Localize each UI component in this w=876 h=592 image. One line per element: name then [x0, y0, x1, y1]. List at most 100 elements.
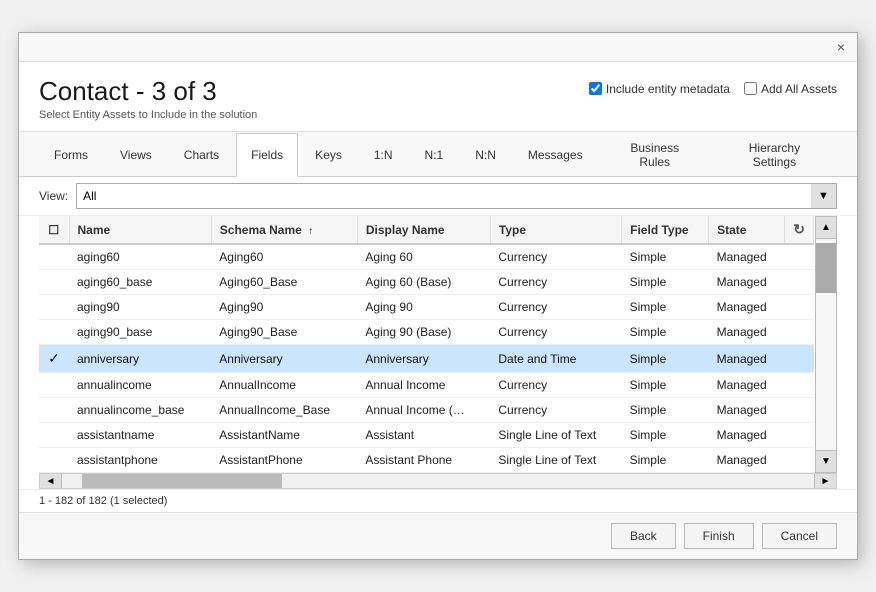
view-select[interactable]: All — [76, 183, 837, 209]
cell-name: aging60 — [69, 244, 211, 270]
row-check[interactable] — [39, 398, 69, 423]
table-row[interactable]: assistantphoneAssistantPhoneAssistant Ph… — [39, 448, 814, 473]
table-scroll: ☐ Name Schema Name ↑ Display Name Type F… — [39, 216, 814, 473]
include-metadata-label[interactable]: Include entity metadata — [589, 82, 730, 96]
cell-name: annualincome_base — [69, 398, 211, 423]
table-row[interactable]: aging60_baseAging60_BaseAging 60 (Base)C… — [39, 270, 814, 295]
cell-empty — [785, 244, 814, 270]
col-name[interactable]: Name — [69, 216, 211, 244]
cell-displayname: Aging 90 (Base) — [357, 320, 490, 345]
scroll-thumb[interactable] — [816, 243, 836, 293]
cell-state: Managed — [709, 295, 785, 320]
cell-empty — [785, 398, 814, 423]
row-check[interactable] — [39, 295, 69, 320]
row-check[interactable] — [39, 423, 69, 448]
col-type[interactable]: Type — [490, 216, 621, 244]
table-row[interactable]: aging90Aging90Aging 90CurrencySimpleMana… — [39, 295, 814, 320]
select-all-checkbox[interactable]: ☐ — [48, 223, 59, 237]
tab-1-n[interactable]: 1:N — [359, 133, 408, 177]
cell-state: Managed — [709, 345, 785, 373]
view-select-wrap: All ▼ — [76, 183, 837, 209]
scroll-left-button[interactable]: ◄ — [40, 474, 62, 488]
row-check[interactable] — [39, 270, 69, 295]
col-refresh[interactable]: ↻ — [785, 216, 814, 244]
table-header: ☐ Name Schema Name ↑ Display Name Type F… — [39, 216, 814, 244]
tab-fields[interactable]: Fields — [236, 133, 298, 177]
table-body: aging60Aging60Aging 60CurrencySimpleMana… — [39, 244, 814, 473]
table-row[interactable]: aging60Aging60Aging 60CurrencySimpleMana… — [39, 244, 814, 270]
row-check[interactable]: ✓ — [39, 345, 69, 373]
col-display-name[interactable]: Display Name — [357, 216, 490, 244]
title-bar: × — [19, 33, 857, 62]
cell-state: Managed — [709, 320, 785, 345]
view-toolbar: View: All ▼ — [19, 177, 857, 216]
h-scroll-thumb[interactable] — [82, 474, 282, 488]
finish-button[interactable]: Finish — [684, 523, 754, 549]
table-row[interactable]: annualincome_baseAnnualIncome_BaseAnnual… — [39, 398, 814, 423]
scroll-down-button[interactable]: ▼ — [816, 450, 836, 472]
status-text: 1 - 182 of 182 (1 selected) — [39, 495, 167, 507]
h-scrollbar: ◄ ► — [39, 473, 837, 489]
main-dialog: × Contact - 3 of 3 Select Entity Assets … — [18, 32, 858, 560]
add-all-assets-checkbox[interactable] — [744, 82, 757, 95]
row-check[interactable] — [39, 244, 69, 270]
cell-name: anniversary — [69, 345, 211, 373]
scroll-right-button[interactable]: ► — [814, 474, 836, 488]
table-row[interactable]: assistantnameAssistantNameAssistantSingl… — [39, 423, 814, 448]
cell-empty — [785, 373, 814, 398]
tab-keys[interactable]: Keys — [300, 133, 357, 177]
fields-table: ☐ Name Schema Name ↑ Display Name Type F… — [39, 216, 814, 473]
v-scrollbar[interactable]: ▲ ▼ — [815, 216, 837, 473]
cancel-button[interactable]: Cancel — [762, 523, 837, 549]
tab-n-1[interactable]: N:1 — [410, 133, 459, 177]
row-check[interactable] — [39, 320, 69, 345]
cell-displayname: Assistant — [357, 423, 490, 448]
table-row[interactable]: annualincomeAnnualIncomeAnnual IncomeCur… — [39, 373, 814, 398]
close-button[interactable]: × — [833, 39, 849, 55]
cell-state: Managed — [709, 448, 785, 473]
col-schema-name[interactable]: Schema Name ↑ — [211, 216, 357, 244]
tab-charts[interactable]: Charts — [169, 133, 234, 177]
cell-type: Currency — [490, 320, 621, 345]
cell-type: Single Line of Text — [490, 423, 621, 448]
table-row[interactable]: aging90_baseAging90_BaseAging 90 (Base)C… — [39, 320, 814, 345]
cell-fieldtype: Simple — [622, 270, 709, 295]
tab-hierarchy-settings[interactable]: Hierarchy Settings — [712, 133, 837, 177]
cell-empty — [785, 295, 814, 320]
include-metadata-checkbox[interactable] — [589, 82, 602, 95]
table-row[interactable]: ✓anniversaryAnniversaryAnniversaryDate a… — [39, 345, 814, 373]
cell-state: Managed — [709, 423, 785, 448]
col-field-type[interactable]: Field Type — [622, 216, 709, 244]
add-all-assets-label[interactable]: Add All Assets — [744, 82, 837, 96]
tab-business-rules[interactable]: Business Rules — [600, 133, 710, 177]
main-content: ☐ Name Schema Name ↑ Display Name Type F… — [19, 216, 857, 489]
dialog-header: Contact - 3 of 3 Select Entity Assets to… — [19, 62, 857, 132]
cell-type: Currency — [490, 373, 621, 398]
sort-asc-icon: ↑ — [308, 226, 313, 237]
dialog-title: Contact - 3 of 3 — [39, 76, 257, 107]
tab-messages[interactable]: Messages — [513, 133, 598, 177]
back-button[interactable]: Back — [611, 523, 676, 549]
cell-empty — [785, 448, 814, 473]
tab-bar: FormsViewsChartsFieldsKeys1:NN:1N:NMessa… — [19, 132, 857, 177]
dialog-subtitle: Select Entity Assets to Include in the s… — [39, 109, 257, 121]
tab-views[interactable]: Views — [105, 133, 167, 177]
cell-schemaname: Anniversary — [211, 345, 357, 373]
refresh-icon[interactable]: ↻ — [793, 221, 805, 237]
cell-schemaname: AssistantPhone — [211, 448, 357, 473]
cell-state: Managed — [709, 373, 785, 398]
header-options: Include entity metadata Add All Assets — [589, 82, 837, 96]
cell-name: aging60_base — [69, 270, 211, 295]
tab-n-n[interactable]: N:N — [460, 133, 511, 177]
scroll-up-button[interactable]: ▲ — [816, 217, 836, 239]
cell-state: Managed — [709, 244, 785, 270]
row-check[interactable] — [39, 373, 69, 398]
cell-displayname: Anniversary — [357, 345, 490, 373]
cell-displayname: Assistant Phone — [357, 448, 490, 473]
tab-forms[interactable]: Forms — [39, 133, 103, 177]
col-state[interactable]: State — [709, 216, 785, 244]
row-check[interactable] — [39, 448, 69, 473]
col-check[interactable]: ☐ — [39, 216, 69, 244]
scroll-track — [816, 239, 836, 450]
cell-fieldtype: Simple — [622, 373, 709, 398]
